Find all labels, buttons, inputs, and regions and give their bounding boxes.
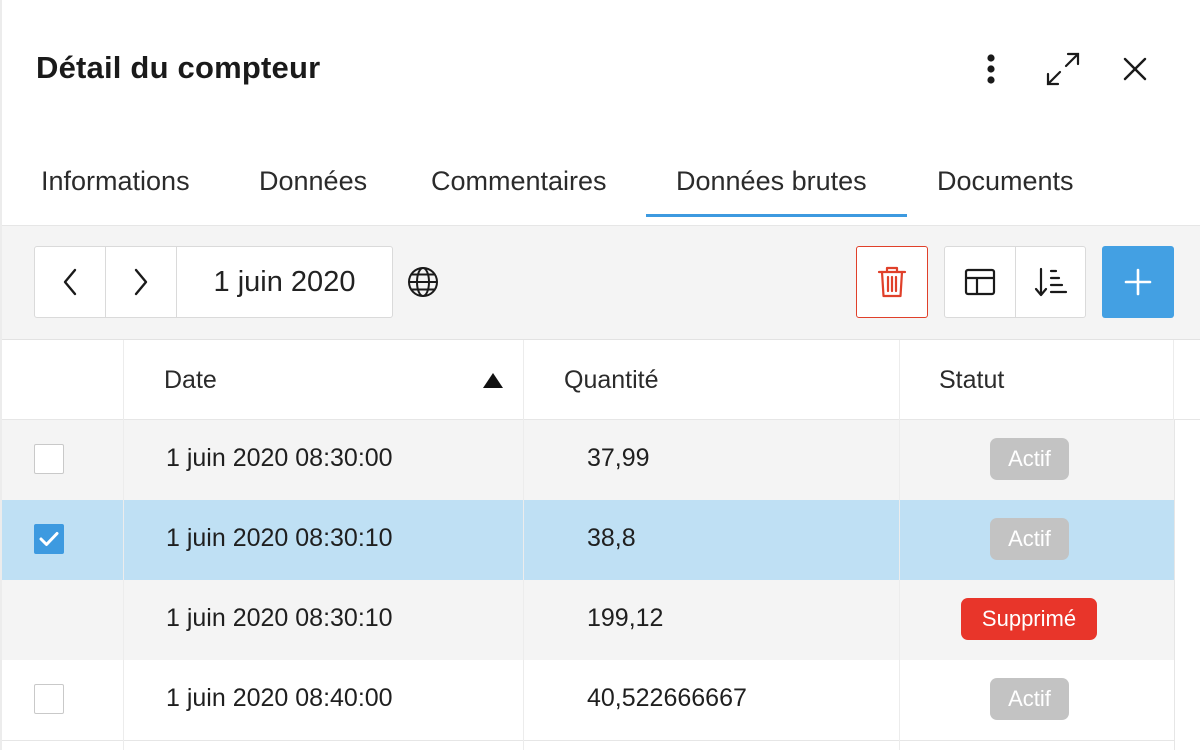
delete-button[interactable] — [856, 246, 928, 318]
row-quantity: 199,12 — [587, 604, 664, 632]
trash-icon — [877, 266, 907, 298]
row-quantity: 37,99 — [587, 444, 650, 472]
chevron-left-icon — [63, 268, 77, 296]
tab-informations[interactable]: Informations — [41, 166, 190, 197]
row-date: 1 juin 2020 08:30:10 — [166, 524, 393, 552]
sort-descending-icon — [1034, 267, 1067, 297]
panel-header: Détail du compteur — [2, 0, 1200, 140]
row-checkbox[interactable] — [34, 444, 64, 474]
table-row[interactable]: 1 juin 2020 08:30:00 37,99 Actif — [2, 420, 1174, 500]
date-picker[interactable]: 1 juin 2020 — [176, 247, 392, 317]
tab-donnees-brutes[interactable]: Données brutes — [676, 166, 867, 197]
columns-layout-icon — [964, 268, 996, 296]
column-divider — [1173, 340, 1174, 420]
column-divider — [523, 340, 524, 750]
column-divider — [123, 340, 124, 750]
close-button[interactable] — [1108, 42, 1162, 96]
more-options-button[interactable] — [964, 42, 1018, 96]
next-day-button[interactable] — [105, 247, 176, 317]
close-icon — [1123, 57, 1147, 81]
sort-ascending-icon[interactable] — [483, 373, 503, 388]
row-quantity: 40,522666667 — [587, 684, 747, 712]
previous-day-button[interactable] — [35, 247, 105, 317]
page-title: Détail du compteur — [36, 50, 321, 85]
status-badge: Actif — [990, 438, 1069, 480]
expand-button[interactable] — [1036, 42, 1090, 96]
status-badge: Supprimé — [961, 598, 1097, 640]
selected-date: 1 juin 2020 — [213, 265, 356, 298]
tab-donnees[interactable]: Données — [259, 166, 367, 197]
column-header-quantite[interactable]: Quantité — [564, 366, 659, 395]
chevron-right-icon — [134, 268, 148, 296]
globe-icon[interactable] — [406, 265, 440, 299]
table-header: Date Quantité Statut — [2, 340, 1200, 420]
toolbar: 1 juin 2020 — [2, 226, 1200, 340]
view-options-group — [944, 246, 1086, 318]
tab-documents[interactable]: Documents — [937, 166, 1074, 197]
status-badge: Actif — [990, 518, 1069, 560]
more-vertical-icon — [987, 54, 995, 84]
plus-icon — [1124, 268, 1152, 296]
expand-icon — [1046, 52, 1080, 86]
status-badge: Actif — [990, 678, 1069, 720]
active-tab-indicator — [646, 214, 907, 217]
row-date: 1 juin 2020 08:30:00 — [166, 444, 393, 472]
row-checkbox[interactable] — [34, 684, 64, 714]
add-button[interactable] — [1102, 246, 1174, 318]
tab-commentaires[interactable]: Commentaires — [431, 166, 607, 197]
column-header-statut[interactable]: Statut — [939, 366, 1004, 395]
date-navigator: 1 juin 2020 — [34, 246, 393, 318]
checkmark-icon — [39, 532, 59, 546]
sort-button[interactable] — [1015, 247, 1085, 317]
raw-data-table: Date Quantité Statut 1 juin 2020 08:30:0… — [2, 340, 1200, 750]
tab-bar: Informations Données Commentaires Donnée… — [2, 150, 1200, 226]
row-divider — [2, 740, 1174, 741]
table-scrollbar[interactable] — [1174, 420, 1200, 750]
counter-detail-panel: Détail du compteur Informations Données … — [0, 0, 1200, 750]
table-row[interactable]: 1 juin 2020 08:30:10 199,12 Supprimé — [2, 580, 1174, 660]
column-divider — [899, 340, 900, 750]
table-row[interactable]: 1 juin 2020 08:40:00 40,522666667 Actif — [2, 660, 1174, 740]
row-quantity: 38,8 — [587, 524, 636, 552]
columns-button[interactable] — [945, 247, 1015, 317]
row-date: 1 juin 2020 08:40:00 — [166, 684, 393, 712]
column-header-date[interactable]: Date — [164, 366, 217, 395]
row-date: 1 juin 2020 08:30:10 — [166, 604, 393, 632]
row-checkbox[interactable] — [34, 524, 64, 554]
table-row[interactable]: 1 juin 2020 08:30:10 38,8 Actif — [2, 500, 1174, 580]
